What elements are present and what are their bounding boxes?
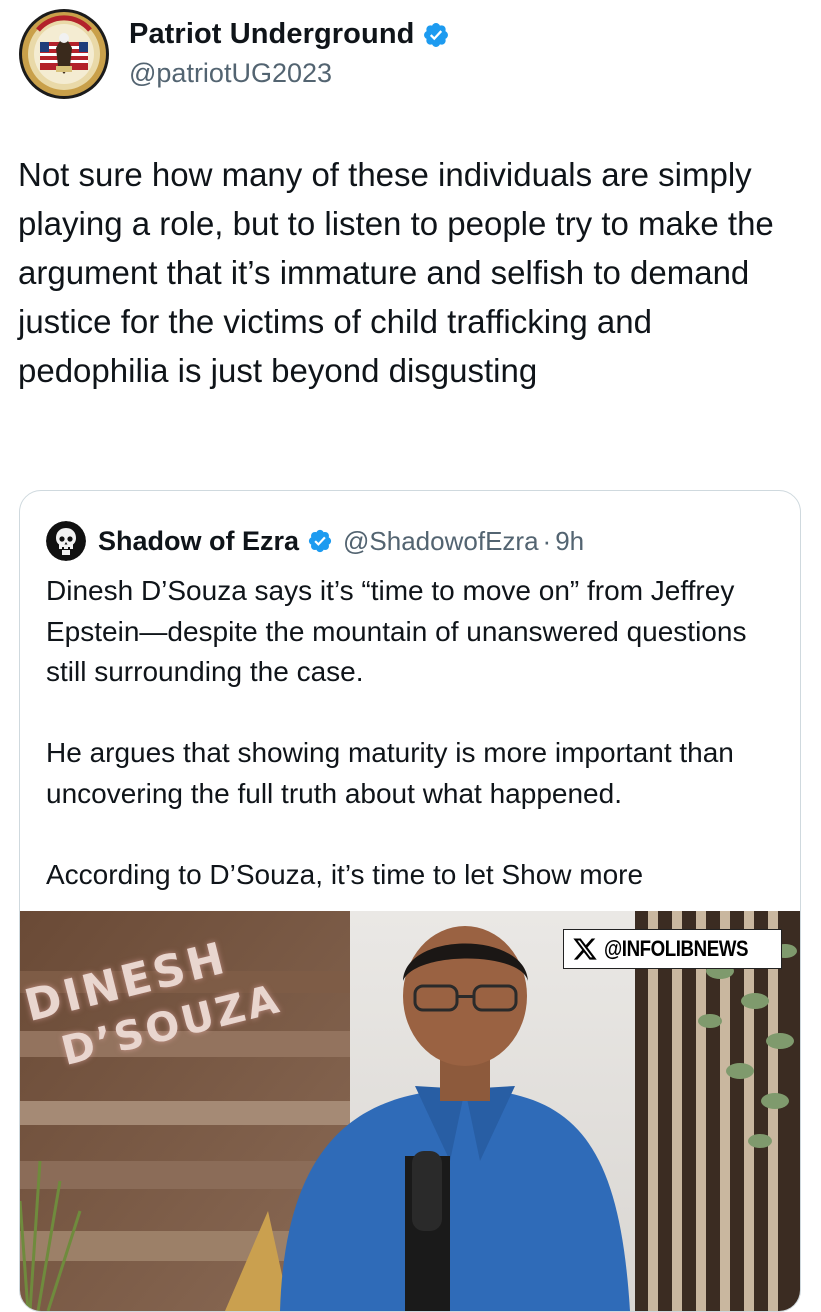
separator-dot: · xyxy=(542,525,552,556)
x-logo-icon xyxy=(572,938,597,960)
quoted-text: Dinesh D’Souza says it’s “time to move o… xyxy=(46,571,786,895)
show-more-link[interactable]: Show more xyxy=(501,859,643,890)
skull-icon xyxy=(46,521,86,561)
quoted-display-name[interactable]: Shadow of Ezra xyxy=(98,526,299,557)
quoted-tweet[interactable]: Shadow of Ezra @ShadowofEzra · 9h Dinesh… xyxy=(19,490,801,1312)
watermark-handle: @INFOLIBNEWS xyxy=(603,936,748,961)
patriot-seal-icon xyxy=(19,9,109,99)
quoted-timestamp[interactable]: 9h xyxy=(555,526,584,557)
tweet-text: Not sure how many of these individuals a… xyxy=(18,156,783,389)
verified-badge-icon xyxy=(422,21,450,49)
author-handle[interactable]: @patriotUG2023 xyxy=(129,58,332,89)
quoted-avatar[interactable] xyxy=(46,521,86,561)
verified-badge-icon xyxy=(307,528,333,554)
author-avatar[interactable] xyxy=(18,8,110,100)
quoted-header: Shadow of Ezra @ShadowofEzra · 9h xyxy=(46,521,584,561)
quoted-video[interactable]: DINESH D’SOUZA @INFOLIBNEWS xyxy=(20,911,800,1311)
quoted-text-body: Dinesh D’Souza says it’s “time to move o… xyxy=(46,575,747,890)
video-watermark: @INFOLIBNEWS xyxy=(562,929,782,969)
author-display-name[interactable]: Patriot Underground xyxy=(129,18,414,51)
quoted-handle[interactable]: @ShadowofEzra xyxy=(343,526,539,557)
tweet-header: Patriot Underground @patriotUG2023 xyxy=(18,8,798,102)
